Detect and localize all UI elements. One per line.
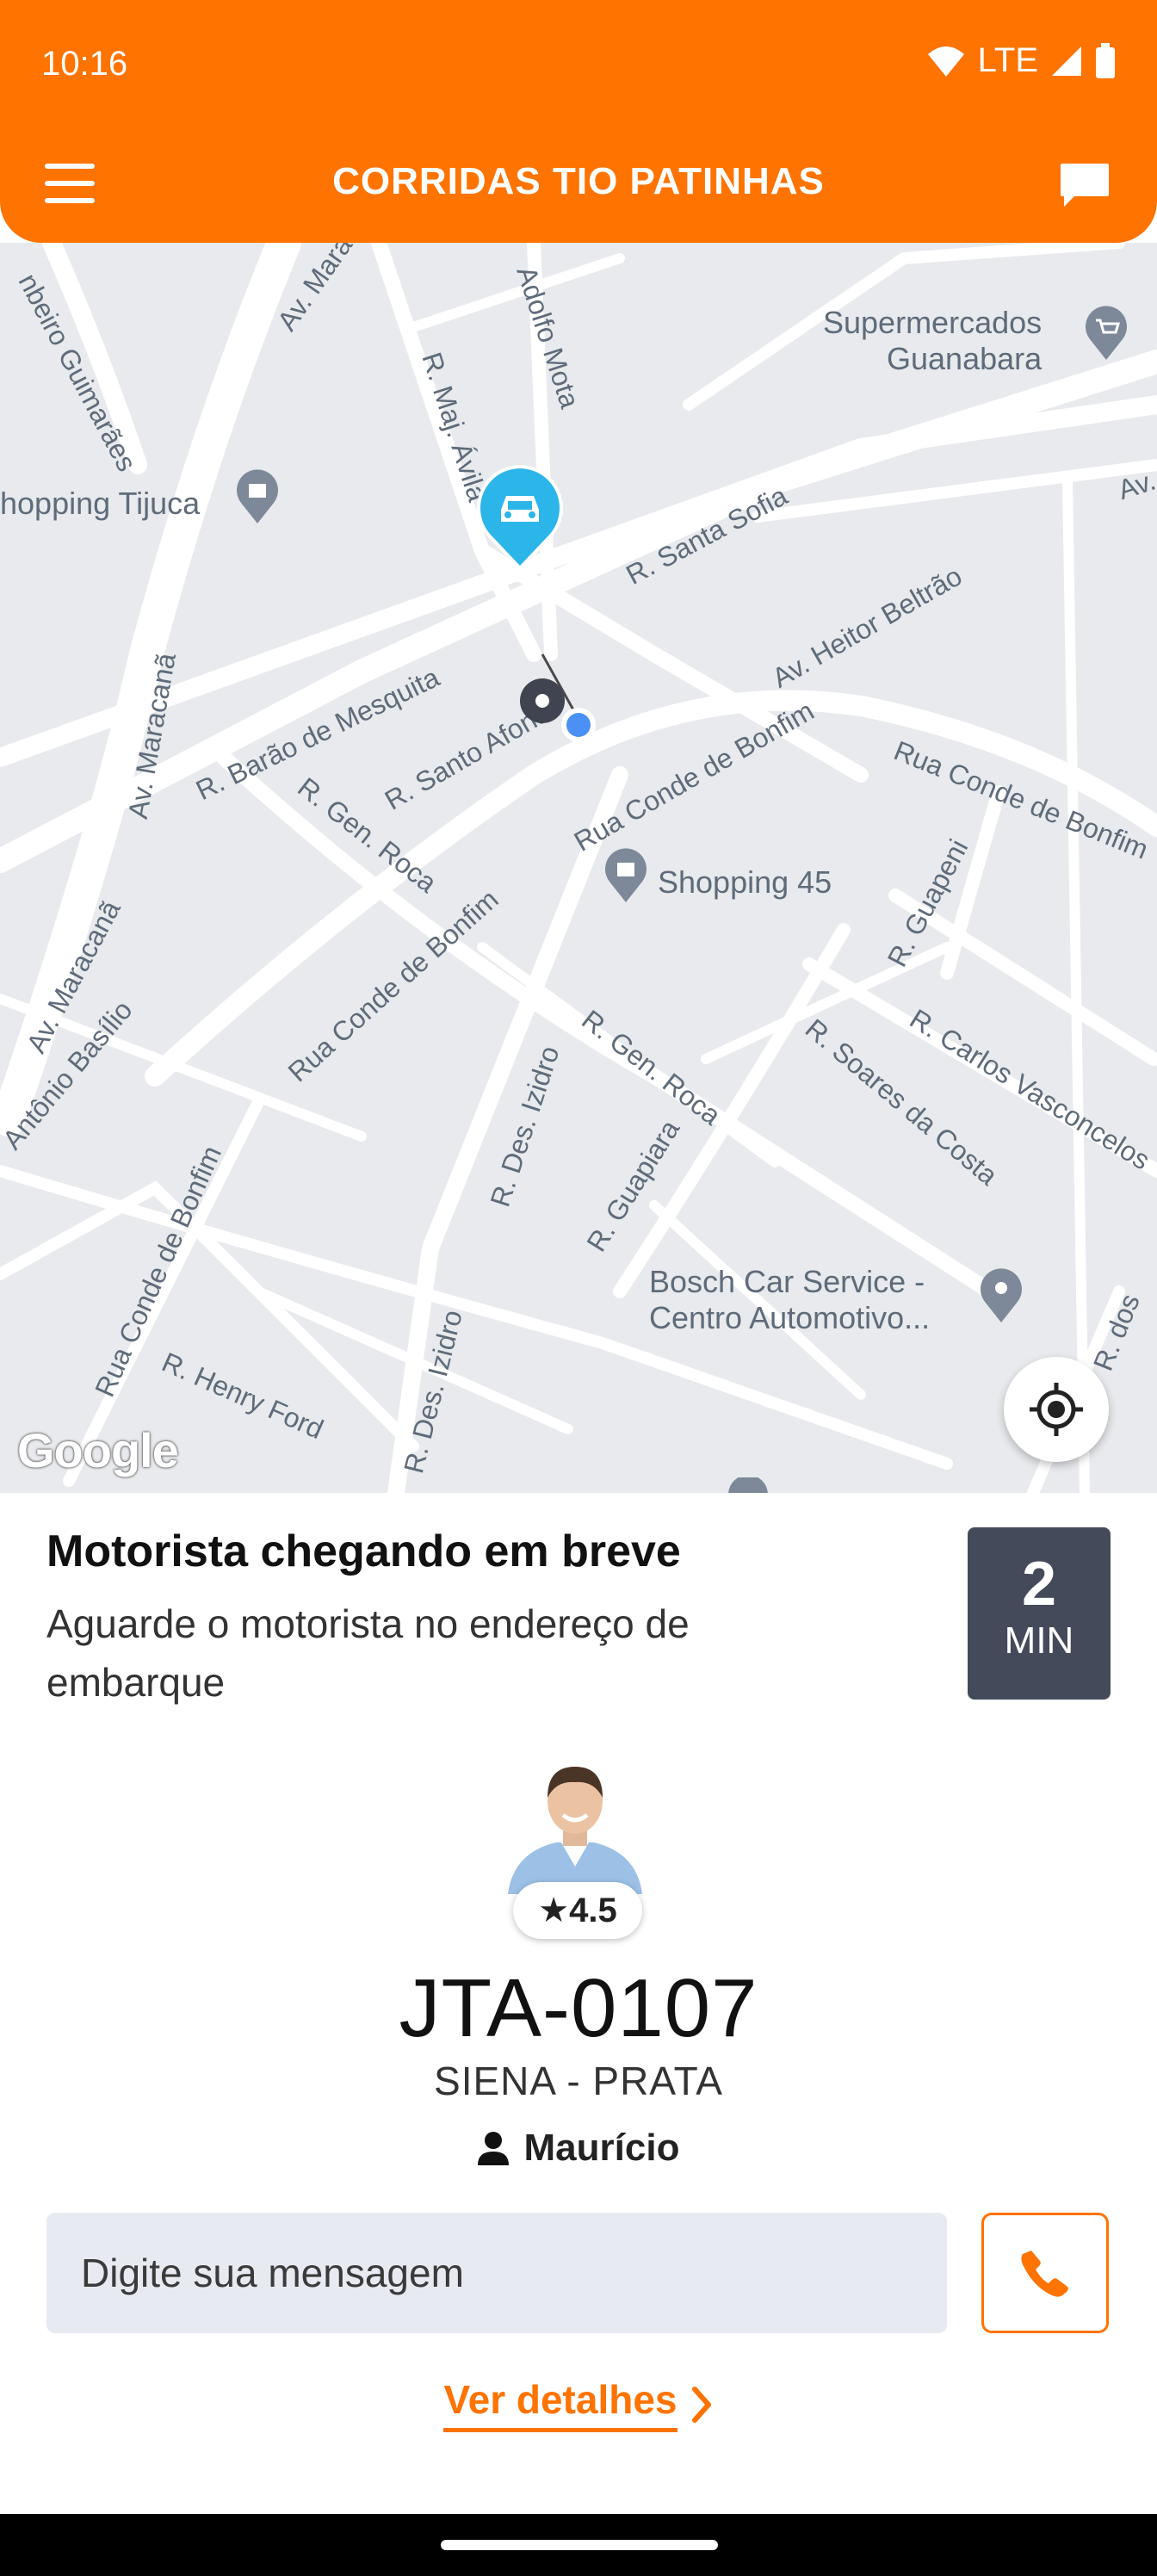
star-icon: ★ (538, 1892, 570, 1929)
signal-icon (1052, 46, 1081, 76)
call-button[interactable] (981, 2213, 1109, 2333)
map-view[interactable]: Supermercados Guanabara hopping Tijuca S… (0, 243, 1157, 1493)
eta-unit: MIN (1004, 1619, 1074, 1662)
map-pin-icon (981, 1268, 1022, 1322)
eta-value: 2 (1021, 1550, 1057, 1619)
status-icons: LTE (926, 41, 1116, 80)
shopping-bag-icon (237, 469, 278, 523)
driver-rating: ★ 4.5 (513, 1882, 642, 1939)
details-link-label: Ver detalhes (443, 2376, 677, 2432)
ride-status-subtitle: Aguarde o motorista no endereço de embar… (46, 1601, 690, 1705)
chat-icon[interactable] (1059, 162, 1111, 210)
license-plate: JTA-0107 (399, 1962, 758, 2054)
user-location-icon (561, 708, 596, 742)
driver-avatar (508, 1767, 642, 1894)
poi-shopping-45[interactable]: Shopping 45 (658, 864, 832, 901)
app-title: CORRIDAS TIO PATINHAS (332, 160, 825, 202)
home-handle[interactable] (441, 2540, 718, 2550)
driver-name: Maurício (523, 2127, 680, 2169)
google-attribution: Google (17, 1423, 179, 1477)
status-time: 10:16 (41, 45, 128, 83)
shopping-cart-icon (1086, 306, 1127, 360)
details-link[interactable]: Ver detalhes (0, 2376, 1157, 2432)
car-marker-icon[interactable] (475, 465, 565, 570)
crosshair-icon (1030, 1383, 1083, 1436)
wifi-icon (927, 46, 964, 77)
battery-icon (1096, 42, 1115, 78)
phone-icon (1021, 2251, 1068, 2297)
ride-status-title: Motorista chegando em breve (46, 1526, 681, 1576)
poi-supermercados[interactable]: Supermercados Guanabara (823, 305, 1042, 377)
eta-badge: 2 MIN (968, 1527, 1111, 1700)
car-model: SIENA - PRATA (434, 2059, 723, 2103)
poi-shopping-tijuca[interactable]: hopping Tijuca (0, 486, 200, 522)
my-location-button[interactable] (1004, 1357, 1109, 1462)
poi-bosch[interactable]: Bosch Car Service - Centro Automotivo... (649, 1264, 930, 1336)
person-icon (477, 2132, 509, 2165)
driver-name-row: Maurício (0, 2127, 1157, 2170)
network-label: LTE (977, 41, 1038, 79)
chevron-right-icon (691, 2386, 711, 2423)
message-input[interactable] (46, 2213, 947, 2333)
map-pin-icon (728, 1477, 768, 1493)
shopping-bag-icon (605, 848, 647, 902)
app-header: 10:16 LTE CORRIDAS TIO PATINHAS (0, 0, 1157, 243)
